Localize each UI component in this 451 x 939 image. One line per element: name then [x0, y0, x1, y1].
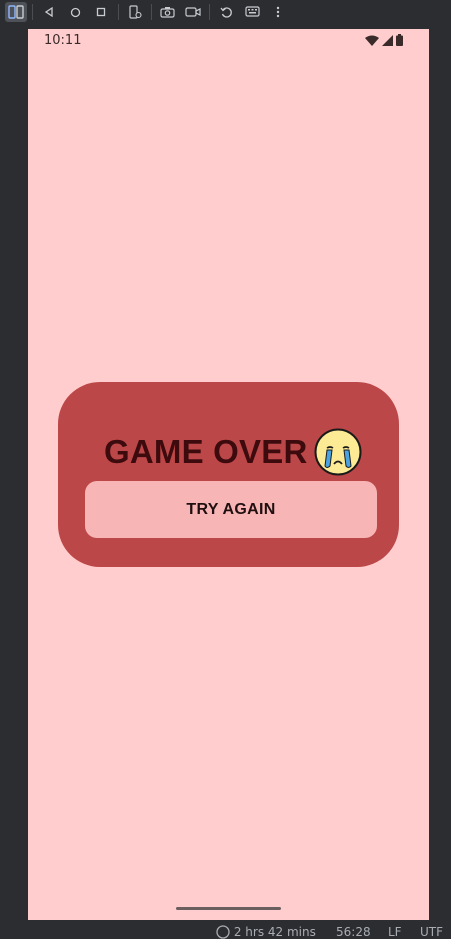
- device-mirror-icon[interactable]: [5, 2, 27, 22]
- status-bar: 10:11: [28, 29, 429, 53]
- home-icon[interactable]: [64, 2, 86, 22]
- game-over-title: GAME OVER: [104, 433, 308, 470]
- back-icon[interactable]: [38, 2, 60, 22]
- file-encoding[interactable]: UTF: [420, 925, 443, 939]
- game-over-card: GAME OVER TRY AGAIN: [58, 382, 399, 567]
- battery-icon: [396, 34, 403, 46]
- line-ending[interactable]: LF: [388, 925, 402, 939]
- try-again-button[interactable]: TRY AGAIN: [85, 481, 377, 538]
- more-icon[interactable]: [267, 2, 289, 22]
- rotate-icon[interactable]: [215, 2, 237, 22]
- crying-face-icon: [314, 428, 361, 476]
- status-time: 10:11: [44, 33, 82, 48]
- clock-icon: [216, 925, 230, 939]
- cell-signal-icon: [382, 34, 393, 46]
- title-row: GAME OVER: [104, 426, 362, 478]
- ide-status-bar: 2 hrs 42 mins 56:28 LF UTF: [0, 920, 451, 939]
- timer-indicator[interactable]: 2 hrs 42 mins: [216, 925, 316, 939]
- cursor-position[interactable]: 56:28: [336, 925, 371, 939]
- home-indicator[interactable]: [176, 907, 281, 910]
- device-settings-icon[interactable]: [124, 2, 146, 22]
- screen-record-icon[interactable]: [182, 2, 204, 22]
- phone-screen: 10:11 GAME OVER TRY AGAIN: [28, 29, 429, 920]
- status-icons: [365, 34, 403, 46]
- wifi-icon: [365, 35, 379, 46]
- camera-icon[interactable]: [156, 2, 178, 22]
- overview-icon[interactable]: [90, 2, 112, 22]
- emulator-toolbar: [0, 0, 451, 24]
- timer-text: 2 hrs 42 mins: [233, 925, 316, 939]
- keyboard-icon[interactable]: [241, 2, 263, 22]
